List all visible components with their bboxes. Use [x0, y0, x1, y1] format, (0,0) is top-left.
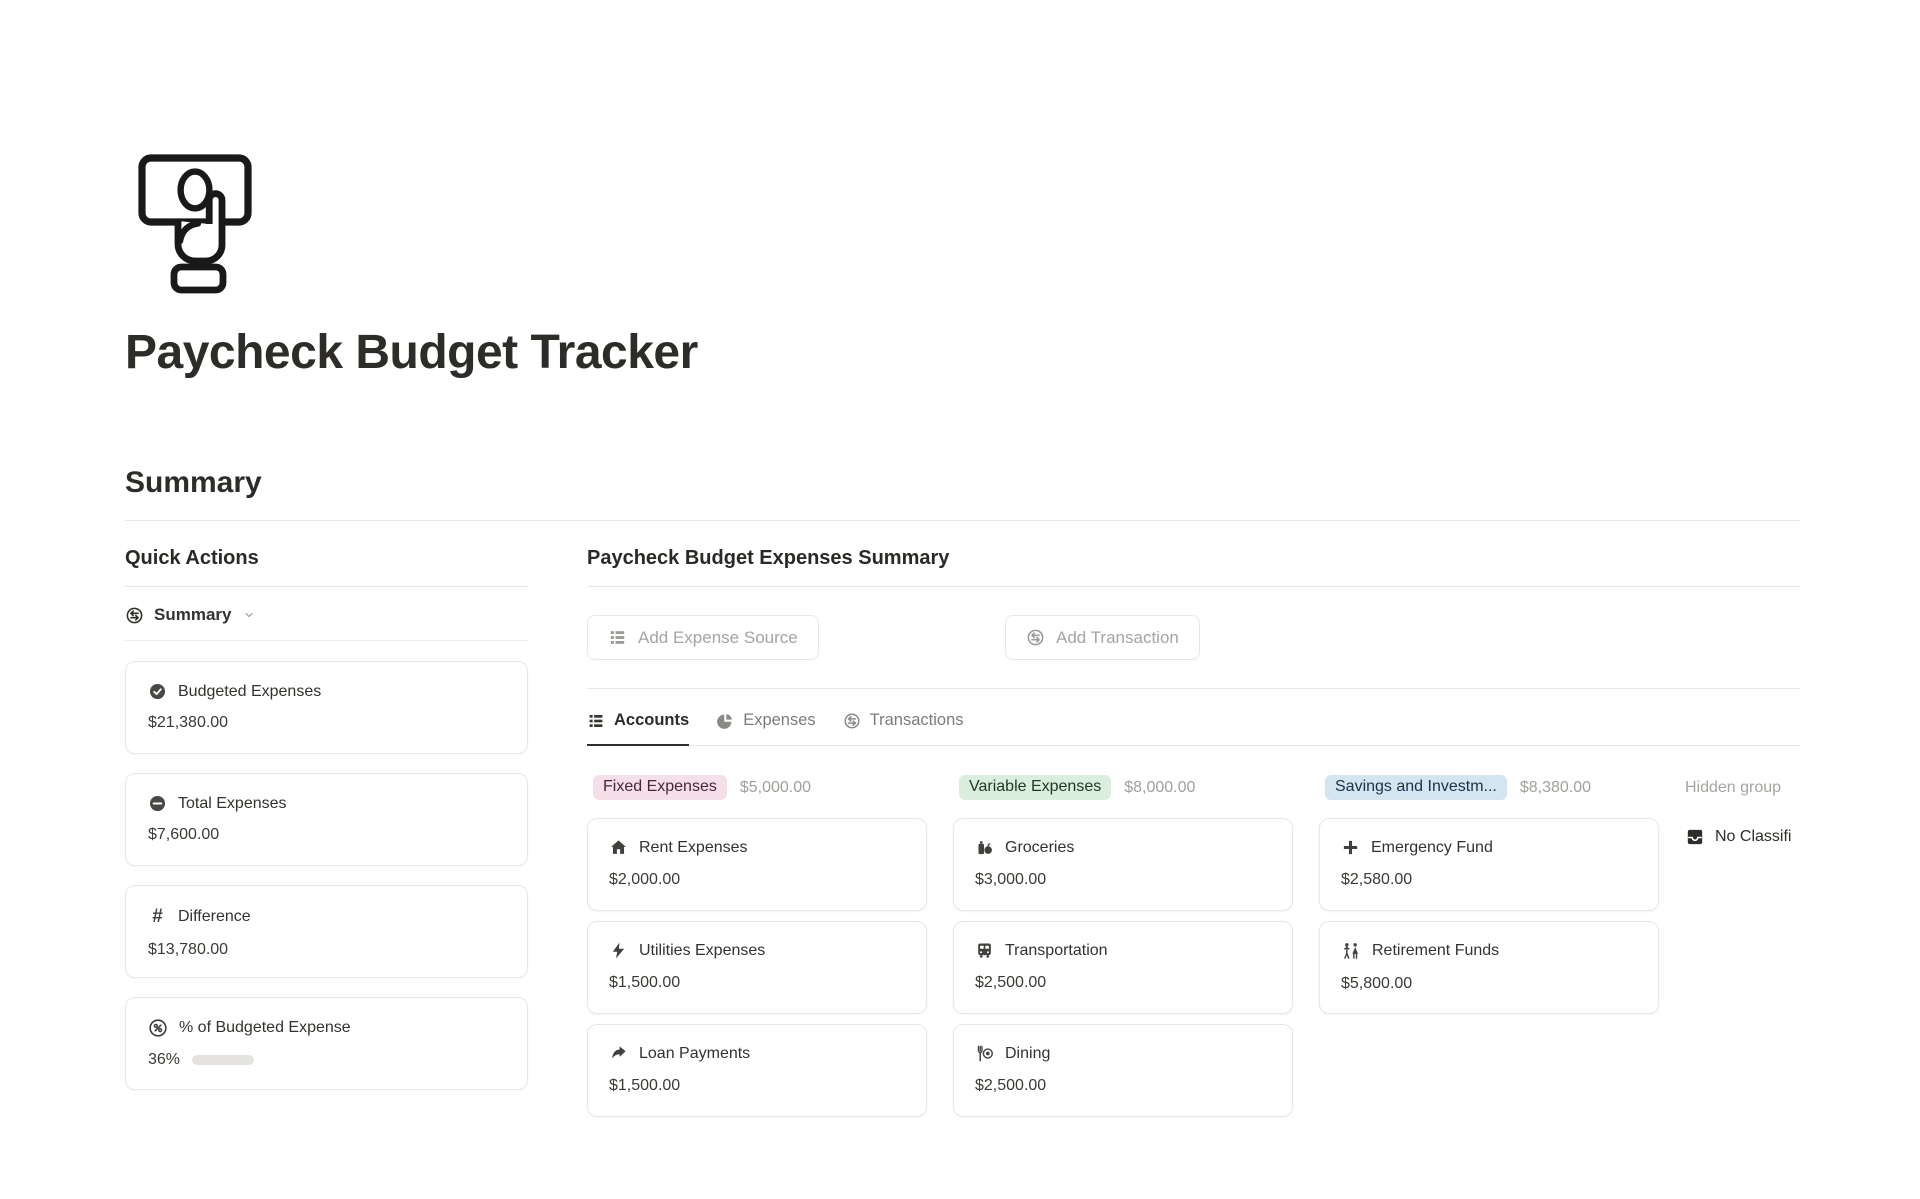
group-total: $5,000.00	[740, 779, 811, 797]
account-card-emergency-fund[interactable]: Emergency Fund $2,580.00	[1319, 818, 1659, 911]
pie-chart-icon	[716, 712, 734, 730]
account-card-value: $3,000.00	[975, 871, 1271, 889]
group-total: $8,380.00	[1520, 779, 1591, 797]
view-selector-summary[interactable]: Summary	[125, 605, 528, 641]
house-icon	[609, 838, 628, 857]
metric-card-total-expenses[interactable]: Total Expenses $7,600.00	[125, 773, 528, 866]
account-card-label: Groceries	[1005, 839, 1074, 857]
metric-label: % of Budgeted Expense	[179, 1019, 351, 1037]
board-column-hidden-group: Hidden group No Classifi	[1685, 772, 1795, 847]
board-column-fixed-expenses: Fixed Expenses $5,000.00 Rent Expenses $…	[587, 772, 927, 1117]
metric-card-percent-of-budgeted[interactable]: % of Budgeted Expense 36%	[125, 997, 528, 1090]
metric-value: $21,380.00	[148, 714, 505, 732]
account-card-retirement-funds[interactable]: Retirement Funds $5,800.00	[1319, 921, 1659, 1014]
hash-icon: #	[148, 906, 167, 928]
add-transaction-label: Add Transaction	[1056, 628, 1179, 648]
account-card-value: $2,500.00	[975, 974, 1271, 992]
account-card-value: $5,800.00	[1341, 975, 1637, 993]
metric-label: Difference	[178, 908, 251, 926]
accounts-board: Fixed Expenses $5,000.00 Rent Expenses $…	[587, 772, 1800, 1117]
tab-expenses[interactable]: Expenses	[716, 711, 815, 746]
account-card-loan-payments[interactable]: Loan Payments $1,500.00	[587, 1024, 927, 1117]
board-column-variable-expenses: Variable Expenses $8,000.00 Groceries $3…	[953, 772, 1293, 1117]
tab-label: Transactions	[870, 711, 964, 730]
account-card-rent-expenses[interactable]: Rent Expenses $2,000.00	[587, 818, 927, 911]
tab-label: Accounts	[614, 711, 689, 730]
metric-value: $13,780.00	[148, 941, 505, 959]
quick-actions-section: Quick Actions Summary Budgeted Expense	[125, 547, 528, 1090]
account-card-label: Transportation	[1005, 942, 1108, 960]
table-rows-icon	[608, 628, 627, 647]
tab-accounts[interactable]: Accounts	[587, 711, 689, 746]
metric-label: Total Expenses	[178, 795, 287, 813]
account-card-value: $2,500.00	[975, 1077, 1271, 1095]
expenses-summary-section: Paycheck Budget Expenses Summary Add Exp…	[587, 547, 1800, 1117]
minus-circle-icon	[148, 794, 167, 813]
tab-label: Expenses	[743, 711, 815, 730]
metric-card-budgeted-expenses[interactable]: Budgeted Expenses $21,380.00	[125, 661, 528, 754]
retirement-icon	[1341, 941, 1361, 961]
account-card-value: $1,500.00	[609, 1077, 905, 1095]
account-card-groceries[interactable]: Groceries $3,000.00	[953, 818, 1293, 911]
paycheck-budget-tracker-page: Paycheck Budget Tracker Summary Quick Ac…	[0, 147, 1920, 1199]
hidden-group-no-classification[interactable]: No Classifi	[1685, 827, 1795, 847]
metric-label: Budgeted Expenses	[178, 683, 321, 701]
hidden-group-label[interactable]: Hidden group	[1685, 772, 1795, 803]
account-card-label: Dining	[1005, 1045, 1050, 1063]
group-total: $8,000.00	[1124, 779, 1195, 797]
tab-transactions[interactable]: Transactions	[843, 711, 964, 746]
account-card-dining[interactable]: Dining $2,500.00	[953, 1024, 1293, 1117]
account-card-utilities-expenses[interactable]: Utilities Expenses $1,500.00	[587, 921, 927, 1014]
swap-circle-icon	[843, 712, 861, 730]
view-tabs: Accounts Expenses Transactions	[587, 711, 1800, 746]
group-badge[interactable]: Savings and Investm...	[1325, 775, 1507, 800]
metric-card-difference[interactable]: # Difference $13,780.00	[125, 885, 528, 978]
account-card-label: Loan Payments	[639, 1045, 750, 1063]
table-rows-icon	[587, 712, 605, 730]
summary-heading: Summary	[125, 466, 1800, 500]
progress-percent-value: 36%	[148, 1051, 180, 1069]
money-in-hand-icon[interactable]	[125, 147, 265, 295]
account-card-label: Emergency Fund	[1371, 839, 1493, 857]
account-card-value: $2,000.00	[609, 871, 905, 889]
account-card-value: $2,580.00	[1341, 871, 1637, 889]
add-expense-source-label: Add Expense Source	[638, 628, 798, 648]
bolt-icon	[609, 941, 628, 960]
account-card-value: $1,500.00	[609, 974, 905, 992]
board-column-savings-investments: Savings and Investm... $8,380.00 Emergen…	[1319, 772, 1659, 1014]
inbox-icon	[1685, 827, 1705, 847]
group-badge[interactable]: Variable Expenses	[959, 775, 1111, 800]
plus-icon	[1341, 838, 1360, 857]
hidden-item-label: No Classifi	[1715, 828, 1791, 846]
account-card-label: Rent Expenses	[639, 839, 748, 857]
chevron-down-icon	[243, 609, 255, 621]
account-card-label: Utilities Expenses	[639, 942, 765, 960]
add-transaction-button[interactable]: Add Transaction	[1005, 615, 1200, 660]
percent-circle-icon	[148, 1018, 168, 1038]
check-circle-icon	[148, 682, 167, 701]
account-card-label: Retirement Funds	[1372, 942, 1499, 960]
expenses-summary-heading: Paycheck Budget Expenses Summary	[587, 547, 1800, 587]
group-badge[interactable]: Fixed Expenses	[593, 775, 727, 800]
account-card-transportation[interactable]: Transportation $2,500.00	[953, 921, 1293, 1014]
bus-icon	[975, 941, 994, 960]
view-selector-label: Summary	[154, 605, 231, 625]
add-expense-source-button[interactable]: Add Expense Source	[587, 615, 819, 660]
page-title: Paycheck Budget Tracker	[125, 325, 1920, 380]
metric-value: $7,600.00	[148, 826, 505, 844]
groceries-icon	[975, 838, 994, 857]
quick-actions-heading: Quick Actions	[125, 547, 528, 587]
arrow-redo-icon	[609, 1044, 628, 1063]
swap-circle-icon	[125, 606, 144, 625]
dining-icon	[975, 1044, 994, 1063]
swap-circle-icon	[1026, 628, 1045, 647]
progress-bar	[192, 1055, 254, 1065]
